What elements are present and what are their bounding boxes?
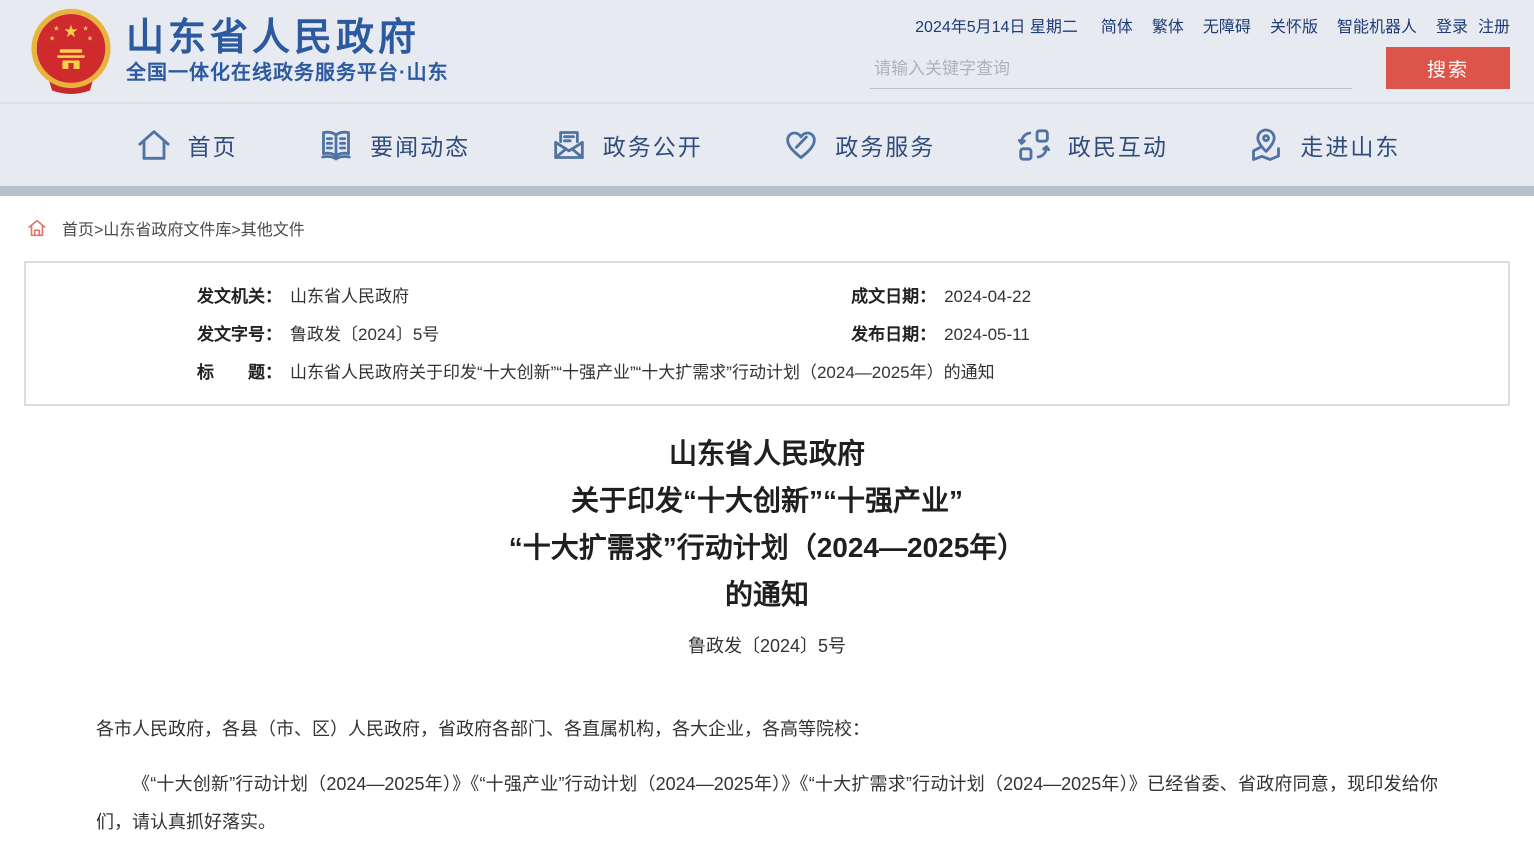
service-icon <box>781 125 821 165</box>
disclosure-icon <box>549 125 589 165</box>
nav-item-label: 走进山东 <box>1300 128 1400 162</box>
meta-issuer-value: 山东省人民政府 <box>290 278 409 316</box>
document-meta-grid: 发文机关： 山东省人民政府 成文日期： 2024-04-22 发文字号： 鲁政发… <box>26 278 1508 392</box>
nav-item-home[interactable]: 首页 <box>134 125 238 165</box>
document-title-line: 关于印发“十大创新”“十强产业” <box>0 477 1534 524</box>
top-links: 2024年5月14日 星期二 简体 繁体 无障碍 关怀版 智能机器人 登录 注册 <box>870 13 1510 37</box>
document-title-line: 的通知 <box>0 571 1534 618</box>
search-bar: 搜索 <box>870 47 1510 89</box>
meta-date-written-label: 成文日期： <box>851 278 936 316</box>
nav-item-label: 政务公开 <box>603 128 703 162</box>
nav-item-services[interactable]: 政务服务 <box>781 125 935 165</box>
nav-item-label: 政民互动 <box>1068 128 1168 162</box>
svg-text:★: ★ <box>53 24 59 32</box>
search-button[interactable]: 搜索 <box>1386 47 1510 89</box>
current-date: 2024年5月14日 星期二 <box>915 13 1078 37</box>
document-paragraph: 《“十大创新”行动计划（2024—2025年）》《“十强产业”行动计划（2024… <box>96 765 1438 841</box>
breadcrumb-separator: > <box>94 222 103 239</box>
meta-doc-no-row: 发文字号： 鲁政发〔2024〕5号 <box>26 316 841 354</box>
link-register[interactable]: 注册 <box>1478 13 1510 37</box>
link-accessibility[interactable]: 无障碍 <box>1203 13 1251 37</box>
breadcrumb-path: 首页>山东省政府文件库>其他文件 <box>62 216 305 240</box>
meta-issuer-label: 发文机关： <box>197 278 282 316</box>
breadcrumb-link-library[interactable]: 山东省政府文件库 <box>103 222 231 239</box>
document-paragraph: 各市人民政府，各县（市、区）人民政府，省政府各部门、各直属机构，各大企业，各高等… <box>96 710 1438 748</box>
brand-text: 山东省人民政府 全国一体化在线政务服务平台·山东 <box>126 19 449 83</box>
document-title-line: 山东省人民政府 <box>0 430 1534 477</box>
nav-item-about[interactable]: 走进山东 <box>1246 125 1400 165</box>
nav-item-label: 要闻动态 <box>370 128 470 162</box>
news-icon <box>316 125 356 165</box>
search-input[interactable] <box>870 49 1352 89</box>
svg-text:★: ★ <box>83 24 89 32</box>
meta-date-written-value: 2024-04-22 <box>944 278 1031 316</box>
site-logo[interactable]: ★ ★ ★ ★ ★ 山东省人民政府 全国一体化在线政务服务平台·山东 <box>28 8 449 94</box>
site-title: 山东省人民政府 <box>126 19 449 57</box>
svg-text:★: ★ <box>63 22 78 42</box>
link-simplified[interactable]: 简体 <box>1101 13 1133 37</box>
svg-text:★: ★ <box>87 35 93 43</box>
nav-item-disclosure[interactable]: 政务公开 <box>549 125 703 165</box>
meta-issuer-row: 发文机关： 山东省人民政府 <box>26 278 841 316</box>
meta-title-row: 标 题： 山东省人民政府关于印发“十大创新”“十强产业”“十大扩需求”行动计划（… <box>26 354 1508 392</box>
meta-doc-no-label: 发文字号： <box>197 316 282 354</box>
document-number: 鲁政发〔2024〕5号 <box>0 632 1534 658</box>
document-body: 各市人民政府，各县（市、区）人民政府，省政府各部门、各直属机构，各大企业，各高等… <box>96 710 1438 841</box>
nav-item-interaction[interactable]: 政民互动 <box>1014 125 1168 165</box>
site-header: ★ ★ ★ ★ ★ 山东省人民政府 全国一体化在线政务服务平台·山东 2024年… <box>0 0 1534 104</box>
document-title-line: “十大扩需求”行动计划（2024—2025年） <box>0 524 1534 571</box>
meta-title-label: 标 题： <box>197 354 282 392</box>
interaction-icon <box>1014 125 1054 165</box>
map-pin-icon <box>1246 125 1286 165</box>
meta-date-published-label: 发布日期： <box>851 316 936 354</box>
header-right: 2024年5月14日 星期二 简体 繁体 无障碍 关怀版 智能机器人 登录 注册… <box>870 13 1510 89</box>
document-title: 山东省人民政府 关于印发“十大创新”“十强产业” “十大扩需求”行动计划（202… <box>0 430 1534 618</box>
main-nav: 首页 要闻动态 <box>0 104 1534 186</box>
meta-title-value: 山东省人民政府关于印发“十大创新”“十强产业”“十大扩需求”行动计划（2024—… <box>290 354 995 392</box>
breadcrumb-home-icon <box>26 217 48 239</box>
link-care-version[interactable]: 关怀版 <box>1270 13 1318 37</box>
home-icon <box>134 125 174 165</box>
page: ★ ★ ★ ★ ★ 山东省人民政府 全国一体化在线政务服务平台·山东 2024年… <box>0 0 1534 823</box>
svg-text:★: ★ <box>49 35 55 43</box>
document-meta-box: 发文机关： 山东省人民政府 成文日期： 2024-04-22 发文字号： 鲁政发… <box>24 261 1510 406</box>
nav-item-label: 政务服务 <box>835 128 935 162</box>
breadcrumb: 首页>山东省政府文件库>其他文件 <box>0 196 1534 240</box>
breadcrumb-separator: > <box>231 222 240 239</box>
nav-item-label: 首页 <box>188 128 238 162</box>
breadcrumb-link-home[interactable]: 首页 <box>62 222 94 239</box>
meta-doc-no-value: 鲁政发〔2024〕5号 <box>290 316 439 354</box>
meta-date-published-value: 2024-05-11 <box>944 316 1030 354</box>
national-emblem-icon: ★ ★ ★ ★ ★ <box>28 8 114 94</box>
site-subtitle: 全国一体化在线政务服务平台·山东 <box>126 63 449 83</box>
main-content: 首页>山东省政府文件库>其他文件 发文机关： 山东省人民政府 成文日期： 202… <box>0 196 1534 841</box>
meta-date-written-row: 成文日期： 2024-04-22 <box>841 278 1508 316</box>
link-login[interactable]: 登录 <box>1436 13 1468 37</box>
meta-date-published-row: 发布日期： 2024-05-11 <box>841 316 1508 354</box>
link-smart-robot[interactable]: 智能机器人 <box>1337 13 1417 37</box>
link-traditional[interactable]: 繁体 <box>1152 13 1184 37</box>
nav-item-news[interactable]: 要闻动态 <box>316 125 470 165</box>
nav-divider-strip <box>0 186 1534 196</box>
breadcrumb-link-other-docs[interactable]: 其他文件 <box>241 222 305 239</box>
